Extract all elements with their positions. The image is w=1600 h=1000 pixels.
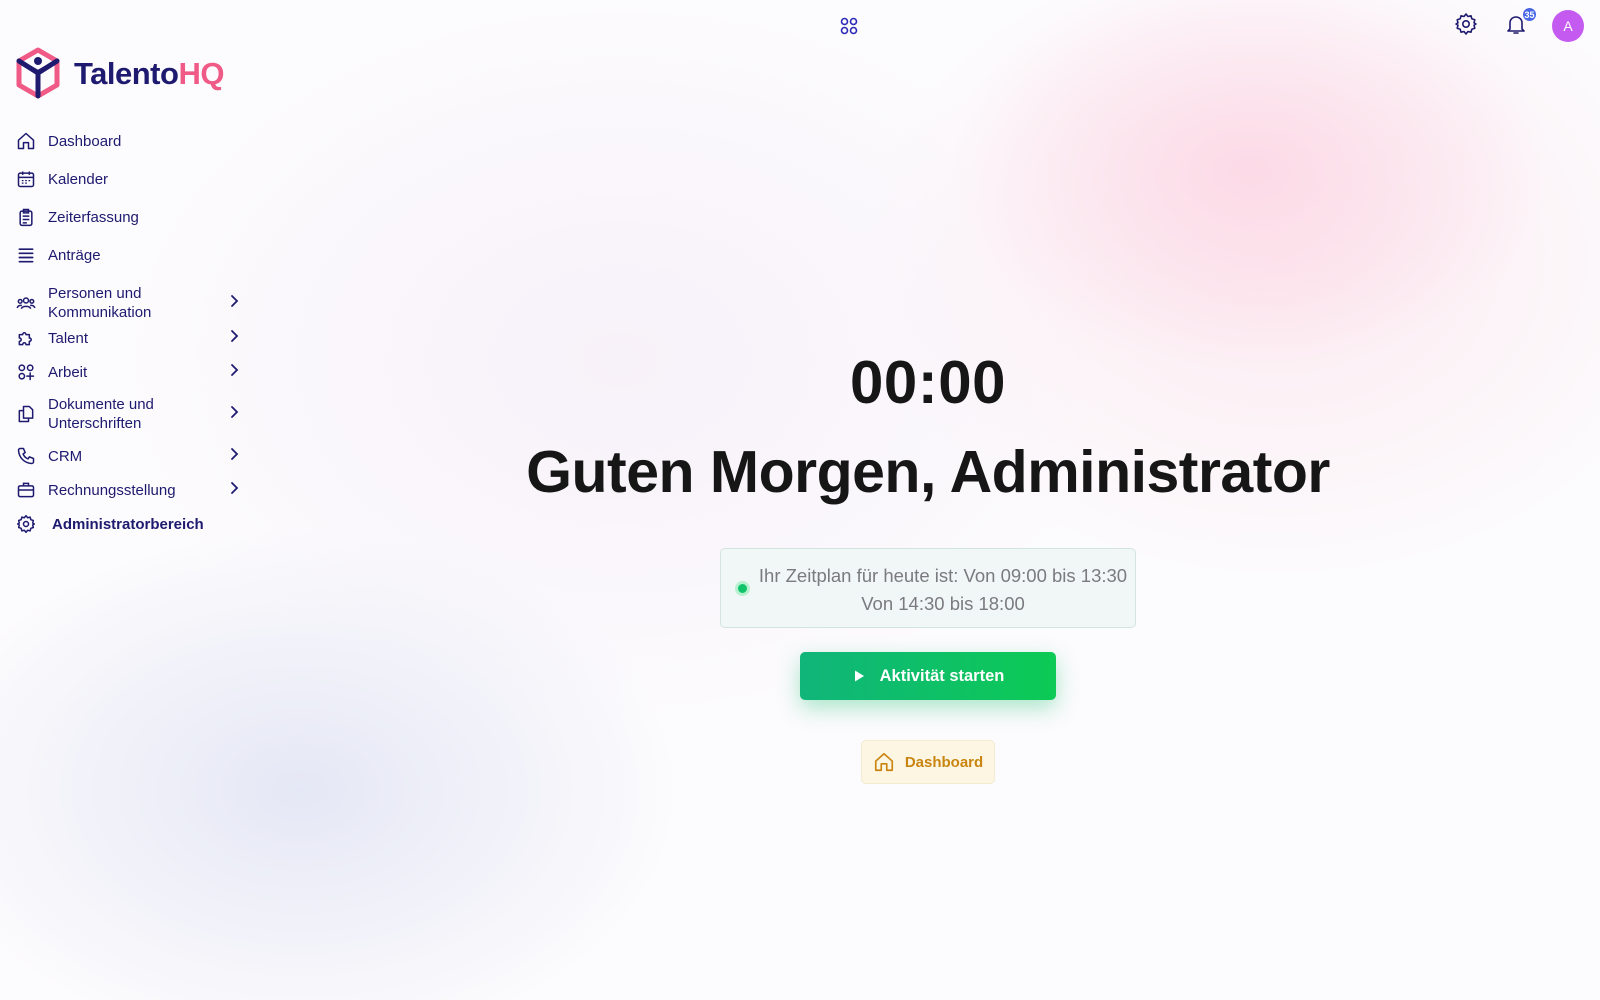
notification-count-badge: 35: [1523, 8, 1536, 21]
start-activity-label: Aktivität starten: [879, 666, 1005, 685]
sidebar-item-zeiterfassung[interactable]: Zeiterfassung: [14, 207, 246, 227]
phone-icon: [14, 444, 38, 468]
apps-plus-icon: [14, 360, 38, 384]
brand-name-part1: Talento: [74, 55, 179, 91]
sidebar-item-arbeit[interactable]: Arbeit: [14, 362, 246, 382]
schedule-line-1: Ihr Zeitplan für heute ist: Von 09:00 bi…: [758, 565, 1128, 586]
home-icon: [874, 752, 893, 772]
chevron-right-icon: [226, 480, 246, 500]
puzzle-icon: [14, 326, 38, 350]
sidebar-item-antraege[interactable]: Anträge: [14, 245, 246, 265]
chevron-right-icon: [226, 446, 246, 466]
sidebar-item-kalender[interactable]: Kalender: [14, 169, 246, 189]
play-icon: [854, 670, 864, 682]
cube-logo-icon: [16, 47, 60, 99]
sidebar-item-label: Arbeit: [48, 363, 88, 381]
list-icon: [14, 243, 38, 267]
start-activity-button[interactable]: Aktivität starten: [800, 652, 1056, 700]
chevron-right-icon: [226, 404, 246, 424]
schedule-card: Ihr Zeitplan für heute ist: Von 09:00 bi…: [720, 548, 1136, 628]
sidebar-item-label: Rechnungsstellung: [48, 481, 176, 499]
chevron-right-icon: [226, 328, 246, 348]
brand-name: TalentoHQ: [74, 58, 224, 89]
sidebar-item-label: Anträge: [48, 246, 101, 264]
sidebar-item-label: Zeiterfassung: [48, 208, 139, 226]
sidebar-item-label: Talent: [48, 329, 89, 347]
settings-gear-icon[interactable]: [1454, 12, 1482, 40]
sidebar-item-dashboard[interactable]: Dashboard: [14, 131, 246, 151]
greeting-title: Guten Morgen, Administrator: [526, 439, 1330, 505]
chevron-right-icon: [226, 362, 246, 382]
sidebar-item-label: CRM: [48, 447, 83, 465]
sidebar-item-dokumente[interactable]: Dokumente und Unterschriften: [14, 394, 246, 434]
activity-timer: 00:00: [850, 349, 1006, 416]
brand-logo[interactable]: TalentoHQ: [15, 47, 224, 99]
sidebar-item-label: Kalender: [48, 170, 109, 188]
brand-name-part2: HQ: [178, 55, 224, 91]
documents-icon: [14, 402, 38, 426]
schedule-text: Ihr Zeitplan für heute ist: Von 09:00 bi…: [751, 562, 1135, 618]
sidebar-item-personen[interactable]: Personen und Kommunikation: [14, 283, 246, 323]
home-icon: [14, 129, 38, 153]
chevron-right-icon: [226, 293, 246, 313]
sidebar-item-label: Administratorbereich: [52, 515, 204, 533]
sidebar-item-label: Dokumente und Unterschriften: [48, 396, 154, 432]
users-icon: [14, 291, 38, 315]
clipboard-icon: [14, 205, 38, 229]
dashboard-button[interactable]: Dashboard: [861, 740, 995, 784]
user-avatar[interactable]: A: [1552, 10, 1584, 42]
gear-icon: [14, 512, 38, 536]
sidebar-item-label: Personen und Kommunikation: [48, 285, 152, 321]
status-dot-icon: [735, 581, 750, 596]
briefcase-icon: [14, 478, 38, 502]
sidebar-item-crm[interactable]: CRM: [14, 446, 246, 466]
dashboard-button-label: Dashboard: [904, 753, 984, 771]
apps-grid-icon[interactable]: [840, 17, 858, 35]
sidebar-item-rechnungsstellung[interactable]: Rechnungsstellung: [14, 480, 246, 500]
schedule-line-2: Von 14:30 bis 18:00: [861, 593, 1025, 614]
calendar-icon: [14, 167, 38, 191]
sidebar-item-label: Dashboard: [48, 132, 122, 150]
sidebar-item-talent[interactable]: Talent: [14, 328, 246, 348]
sidebar-item-administratorbereich[interactable]: Administratorbereich: [14, 514, 246, 534]
